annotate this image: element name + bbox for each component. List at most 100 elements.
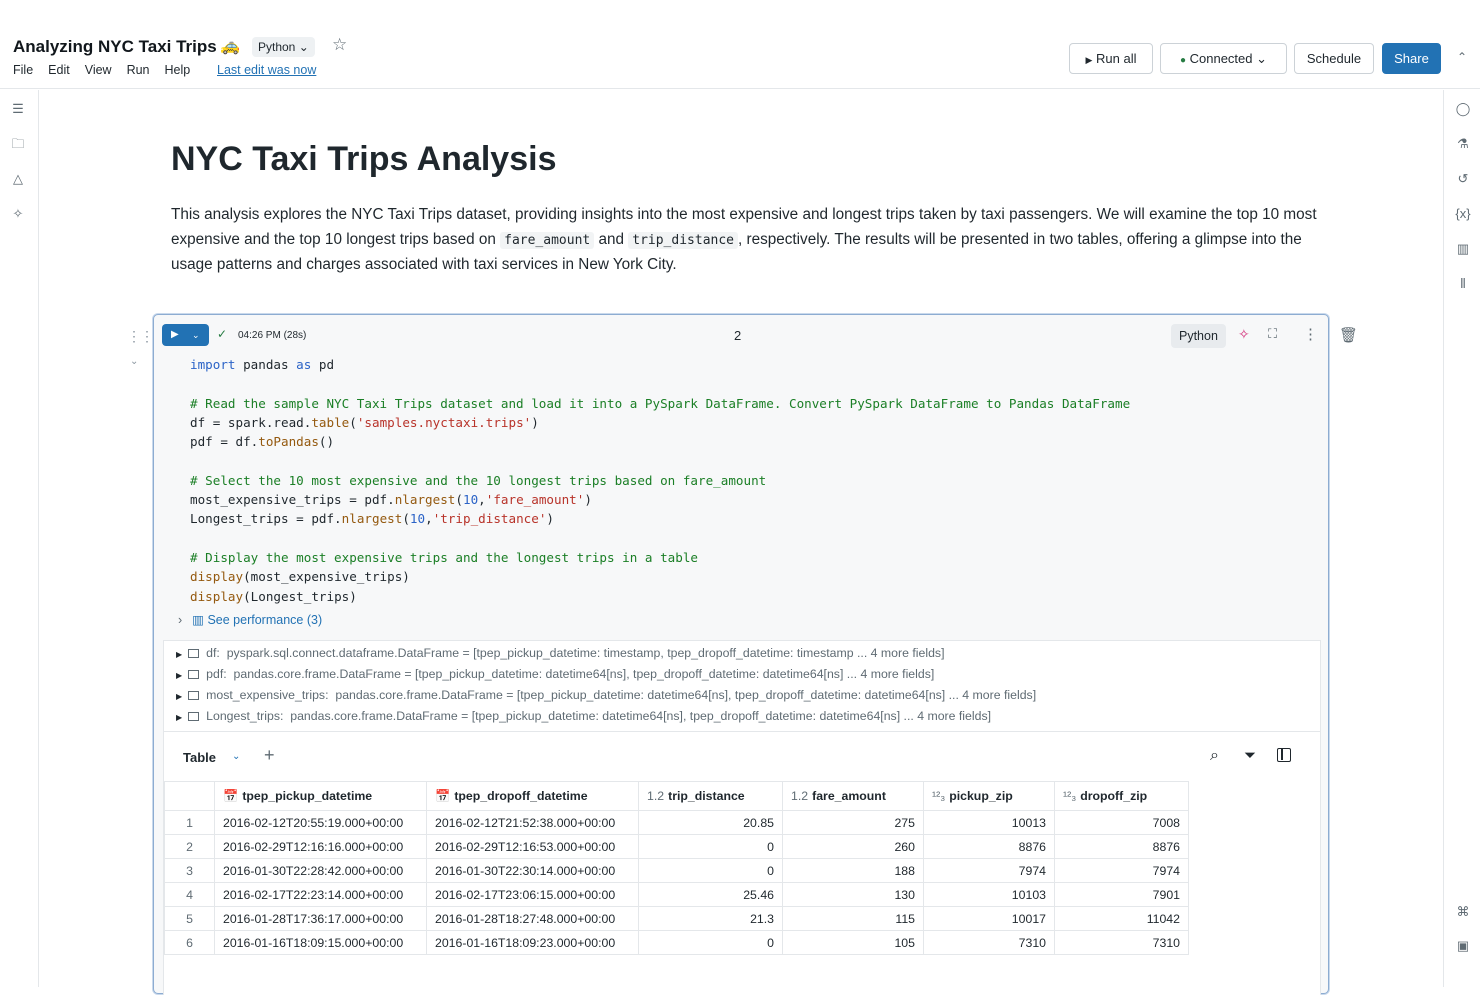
menu-run[interactable]: Run bbox=[127, 63, 150, 77]
row-index: 2 bbox=[164, 834, 215, 859]
table-cell[interactable]: 7974 bbox=[1054, 858, 1189, 883]
variable-row-pdf[interactable]: ▶ pdf: pandas.core.frame.DataFrame = [tpe… bbox=[176, 667, 934, 685]
collapse-cell-icon[interactable]: ⌄ bbox=[130, 356, 138, 367]
table-row[interactable]: 4 2016-02-17T22:23:14.000+00:00 2016-02-17… bbox=[164, 882, 1189, 907]
column-header[interactable]: ¹²₃ dropoff_zip bbox=[1054, 781, 1189, 811]
table-cell[interactable]: 0 bbox=[638, 930, 783, 955]
table-cell[interactable]: 20.85 bbox=[638, 810, 783, 835]
last-edit-link[interactable]: Last edit was now bbox=[217, 63, 316, 77]
library-icon[interactable]: ⫴ bbox=[1453, 274, 1473, 294]
folder-icon[interactable]: 🗀 bbox=[8, 134, 28, 154]
notebook-title[interactable]: Analyzing NYC Taxi Trips bbox=[13, 37, 217, 57]
table-cell[interactable]: 2016-01-30T22:30:14.000+00:00 bbox=[426, 858, 639, 883]
table-cell[interactable]: 130 bbox=[782, 882, 924, 907]
share-button[interactable]: Share bbox=[1382, 43, 1441, 74]
table-cell[interactable]: 2016-01-28T18:27:48.000+00:00 bbox=[426, 906, 639, 931]
column-header[interactable]: 1.2 trip_distance bbox=[638, 781, 783, 811]
history-icon[interactable]: ↺ bbox=[1453, 169, 1473, 189]
tab-table[interactable]: Table bbox=[183, 750, 216, 765]
table-cell[interactable]: 275 bbox=[782, 810, 924, 835]
table-cell[interactable]: 7901 bbox=[1054, 882, 1189, 907]
table-cell[interactable]: 2016-02-17T22:23:14.000+00:00 bbox=[214, 882, 427, 907]
table-row[interactable]: 5 2016-01-28T17:36:17.000+00:00 2016-01-28… bbox=[164, 906, 1189, 931]
experiment-icon[interactable]: ⚗ bbox=[1453, 134, 1473, 154]
table-cell[interactable]: 188 bbox=[782, 858, 924, 883]
table-row[interactable]: 2 2016-02-29T12:16:16.000+00:00 2016-02-29… bbox=[164, 834, 1189, 859]
table-row[interactable]: 3 2016-01-30T22:28:42.000+00:00 2016-01-30… bbox=[164, 858, 1189, 883]
chevron-up-icon[interactable]: ⌃ bbox=[1457, 50, 1467, 64]
table-cell[interactable]: 2016-01-28T17:36:17.000+00:00 bbox=[214, 906, 427, 931]
variable-row-most-expensive-trips[interactable]: ▶ most_expensive_trips: pandas.core.frame… bbox=[176, 688, 1036, 706]
table-cell[interactable]: 260 bbox=[782, 834, 924, 859]
table-cell[interactable]: 10017 bbox=[923, 906, 1055, 931]
drag-handle-icon[interactable]: ⋮⋮ bbox=[127, 328, 154, 345]
table-cell[interactable]: 2016-02-12T21:52:38.000+00:00 bbox=[426, 810, 639, 835]
triangle-right-icon: ▶ bbox=[176, 671, 183, 680]
table-cell[interactable]: 2016-02-29T12:16:53.000+00:00 bbox=[426, 834, 639, 859]
search-icon[interactable]: ⌕ bbox=[1210, 747, 1219, 765]
table-row[interactable]: 6 2016-01-16T18:09:15.000+00:00 2016-01-16… bbox=[164, 930, 1189, 955]
menu-view[interactable]: View bbox=[85, 63, 112, 77]
table-row[interactable]: 1 2016-02-12T20:55:19.000+00:00 2016-02-12… bbox=[164, 810, 1189, 835]
table-cell[interactable]: 10103 bbox=[923, 882, 1055, 907]
menu-file[interactable]: File bbox=[13, 63, 33, 77]
trash-icon[interactable]: 🗑 bbox=[1339, 326, 1358, 344]
table-cell[interactable]: 7008 bbox=[1054, 810, 1189, 835]
table-cell[interactable]: 2016-01-16T18:09:15.000+00:00 bbox=[214, 930, 427, 955]
column-header[interactable]: 1.2 fare_amount bbox=[782, 781, 924, 811]
table-cell[interactable]: 11042 bbox=[1054, 906, 1189, 931]
column-header[interactable]: 📅 tpep_pickup_datetime bbox=[214, 781, 427, 811]
table-cell[interactable]: 2016-01-30T22:28:42.000+00:00 bbox=[214, 858, 427, 883]
schedule-button[interactable]: Schedule bbox=[1294, 43, 1374, 74]
calendar-icon: 📅 bbox=[223, 788, 239, 803]
variable-row-longest-trips[interactable]: ▶ Longest_trips: pandas.core.frame.DataFr… bbox=[176, 709, 991, 727]
table-cell[interactable]: 2016-01-16T18:09:23.000+00:00 bbox=[426, 930, 639, 955]
table-cell[interactable]: 0 bbox=[638, 834, 783, 859]
run-cell-button[interactable]: ▶ ⌄ bbox=[162, 324, 209, 346]
filter-icon[interactable]: ⏷ bbox=[1244, 747, 1256, 764]
column-header[interactable]: 📅 tpep_dropoff_datetime bbox=[426, 781, 639, 811]
see-performance-link[interactable]: › ▥ See performance (3) bbox=[178, 612, 322, 627]
cell-language[interactable]: Python bbox=[1171, 324, 1226, 348]
code-editor[interactable]: import pandas as pd # Read the sample NY… bbox=[190, 355, 1130, 606]
table-cell[interactable]: 2016-02-17T23:06:15.000+00:00 bbox=[426, 882, 639, 907]
table-cell[interactable]: 10013 bbox=[923, 810, 1055, 835]
fullscreen-icon[interactable]: ⛶ bbox=[1268, 326, 1277, 342]
chart-icon[interactable]: ▥ bbox=[1453, 239, 1473, 259]
chevron-down-icon[interactable]: ⌄ bbox=[232, 751, 240, 762]
menu-edit[interactable]: Edit bbox=[48, 63, 70, 77]
shapes-icon[interactable]: △ bbox=[8, 169, 28, 189]
menu-help[interactable]: Help bbox=[165, 63, 191, 77]
add-visualization-icon[interactable]: + bbox=[264, 745, 275, 766]
table-cell[interactable]: 7974 bbox=[923, 858, 1055, 883]
table-cell[interactable]: 8876 bbox=[1054, 834, 1189, 859]
side-panel-icon[interactable] bbox=[1277, 748, 1291, 762]
code-cell[interactable]: ▶ ⌄ ✓ 04:26 PM (28s) 2 Python ✧ ⛶ ⋮ impor… bbox=[153, 314, 1329, 995]
variable-row-df[interactable]: ▶ df: pyspark.sql.connect.dataframe.DataF… bbox=[176, 646, 944, 664]
table-cell[interactable]: 2016-02-29T12:16:16.000+00:00 bbox=[214, 834, 427, 859]
compute-connected-button[interactable]: ● Connected ⌄ bbox=[1160, 43, 1287, 74]
table-cell[interactable]: 105 bbox=[782, 930, 924, 955]
table-cell[interactable]: 7310 bbox=[923, 930, 1055, 955]
table-cell[interactable]: 21.3 bbox=[638, 906, 783, 931]
table-cell[interactable]: 115 bbox=[782, 906, 924, 931]
terminal-icon[interactable]: ▣ bbox=[1453, 936, 1473, 956]
language-selector[interactable]: Python ⌄ bbox=[252, 37, 315, 57]
variables-icon[interactable]: {x} bbox=[1453, 204, 1473, 224]
description: This analysis explores the NYC Taxi Trip… bbox=[171, 203, 1331, 278]
star-icon[interactable]: ☆ bbox=[332, 35, 347, 55]
table-cell[interactable]: 7310 bbox=[1054, 930, 1189, 955]
table-cell[interactable]: 8876 bbox=[923, 834, 1055, 859]
comment-icon[interactable]: ◯ bbox=[1453, 99, 1473, 119]
table-of-contents-icon[interactable]: ☰ bbox=[8, 99, 28, 119]
command-icon[interactable]: ⌘ bbox=[1453, 902, 1473, 922]
column-header[interactable]: ¹²₃ pickup_zip bbox=[923, 781, 1055, 811]
run-all-button[interactable]: ▶ Run all bbox=[1069, 43, 1153, 74]
table-cell[interactable]: 2016-02-12T20:55:19.000+00:00 bbox=[214, 810, 427, 835]
assistant-sparkle-icon[interactable]: ✧ bbox=[1238, 326, 1250, 343]
cell-output: ▶ df: pyspark.sql.connect.dataframe.DataF… bbox=[163, 640, 1321, 995]
table-cell[interactable]: 25.46 bbox=[638, 882, 783, 907]
more-options-icon[interactable]: ⋮ bbox=[1303, 325, 1318, 343]
table-cell[interactable]: 0 bbox=[638, 858, 783, 883]
assistant-icon[interactable]: ✧ bbox=[8, 204, 28, 224]
